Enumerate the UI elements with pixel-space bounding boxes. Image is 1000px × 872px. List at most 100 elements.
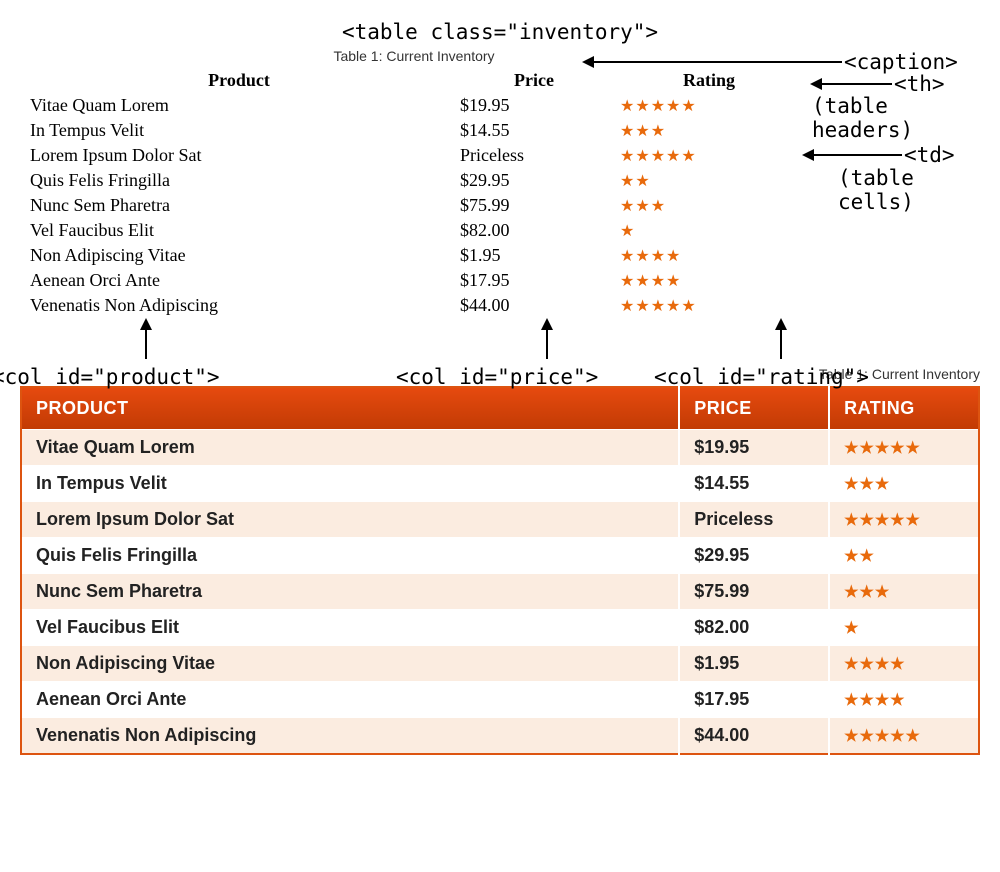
star-icon: ★★★★ [620, 246, 681, 266]
cell-product: Quis Felis Fringilla [21, 538, 679, 574]
cell-product: Lorem Ipsum Dolor Sat [21, 502, 679, 538]
cell-product: Non Adipiscing Vitae [24, 243, 454, 268]
styled-th-rating: RATING [829, 387, 979, 430]
plain-table-section: Table 1: Current Inventory Product Price… [12, 48, 988, 318]
star-icon: ★★★ [844, 582, 890, 602]
table-row: Venenatis Non Adipiscing$44.00★★★★★ [24, 293, 804, 318]
styled-th-product: PRODUCT [21, 387, 679, 430]
td-tag-label: <td> [904, 143, 955, 167]
cell-price: $75.99 [679, 574, 829, 610]
styled-th-price: PRICE [679, 387, 829, 430]
col-rating-annotation: <col id="rating"> [694, 318, 869, 389]
cell-rating: ★★★★★ [829, 502, 979, 538]
caption-annotation: <caption> [582, 50, 958, 74]
cell-rating: ★★★★ [614, 268, 804, 293]
table-row: Venenatis Non Adipiscing$44.00★★★★★ [21, 718, 979, 755]
cell-rating: ★★★ [829, 574, 979, 610]
arrow-line [145, 329, 147, 359]
cell-price: $82.00 [454, 218, 614, 243]
table-row: In Tempus Velit$14.55★★★ [21, 466, 979, 502]
cell-product: Aenean Orci Ante [24, 268, 454, 293]
cell-product: Vitae Quam Lorem [21, 430, 679, 466]
th-tag-label: <th> [894, 72, 945, 96]
star-icon: ★★★★★ [844, 510, 921, 530]
cell-price: $19.95 [679, 430, 829, 466]
cell-price: $1.95 [679, 646, 829, 682]
cell-product: Nunc Sem Pharetra [24, 193, 454, 218]
arrow-line [592, 61, 842, 63]
col-price-annotation: <col id="price"> [496, 318, 598, 389]
star-icon: ★★★ [844, 474, 890, 494]
table-row: Aenean Orci Ante$17.95★★★★ [21, 682, 979, 718]
col-price-label: <col id="price"> [396, 365, 598, 389]
table-row: Vitae Quam Lorem$19.95★★★★★ [24, 93, 804, 118]
arrow-left-icon [582, 50, 592, 74]
cell-price: $17.95 [454, 268, 614, 293]
cell-product: Lorem Ipsum Dolor Sat [24, 143, 454, 168]
styled-table-section: Table 1: Current Inventory PRODUCT PRICE… [20, 366, 980, 755]
star-icon: ★ [620, 221, 635, 241]
table-row: In Tempus Velit$14.55 ★★★ [24, 118, 804, 143]
th-annotation: <th> [810, 72, 945, 96]
col-rating-label: <col id="rating"> [654, 365, 869, 389]
cell-rating: ★★★★★ [829, 430, 979, 466]
styled-header-row: PRODUCT PRICE RATING [21, 387, 979, 430]
star-icon: ★★★★★ [620, 96, 697, 116]
cell-product: In Tempus Velit [21, 466, 679, 502]
cell-price: $75.99 [454, 193, 614, 218]
star-icon: ★★★★★ [620, 146, 697, 166]
td-annotation: <td> [802, 143, 955, 167]
cell-rating: ★★★★★ [614, 293, 804, 318]
cell-price: $14.55 [454, 118, 614, 143]
table-tag-label: <table class="inventory"> [12, 20, 988, 44]
styled-table: PRODUCT PRICE RATING Vitae Quam Lorem$19… [20, 386, 980, 755]
cell-product: Vel Faucibus Elit [21, 610, 679, 646]
plain-tbody: Vitae Quam Lorem$19.95★★★★★In Tempus Vel… [24, 93, 804, 318]
cell-product: Quis Felis Fringilla [24, 168, 454, 193]
arrow-line [812, 154, 902, 156]
cell-price: $29.95 [679, 538, 829, 574]
cell-rating: ★★★★★ [614, 143, 804, 168]
col-product-label: <col id="product"> [0, 365, 220, 389]
arrow-left-icon [810, 72, 820, 96]
cell-rating: ★★★ [614, 193, 804, 218]
star-icon: ★ [844, 618, 859, 638]
cell-rating: ★★★★★ [614, 93, 804, 118]
arrow-line [546, 329, 548, 359]
cell-product: Vitae Quam Lorem [24, 93, 454, 118]
arrow-left-icon [802, 143, 812, 167]
table-row: Non Adipiscing Vitae$1.95★★★★ [21, 646, 979, 682]
star-icon: ★★★★★ [844, 438, 921, 458]
cell-rating: ★★★★ [829, 682, 979, 718]
star-icon: ★★★★★ [844, 726, 921, 746]
table-row: Vel Faucibus Elit$82.00 ★ [24, 218, 804, 243]
table-row: Nunc Sem Pharetra$75.99 ★★★ [21, 574, 979, 610]
cell-price: $82.00 [679, 610, 829, 646]
cell-product: In Tempus Velit [24, 118, 454, 143]
cell-rating: ★★★★ [829, 646, 979, 682]
star-icon: ★★★★ [844, 654, 905, 674]
star-icon: ★★ [844, 546, 875, 566]
cell-rating: ★★★★★ [829, 718, 979, 755]
arrow-line [820, 83, 892, 85]
cell-price: $17.95 [679, 682, 829, 718]
arrow-line [780, 329, 782, 359]
table-row: Quis Felis Fringilla$29.95★★ [24, 168, 804, 193]
cell-product: Nunc Sem Pharetra [21, 574, 679, 610]
cell-product: Venenatis Non Adipiscing [21, 718, 679, 755]
th-note: (table headers) [812, 94, 988, 142]
plain-table: Table 1: Current Inventory Product Price… [24, 48, 804, 318]
star-icon: ★★★★ [620, 271, 681, 291]
cell-rating: ★★★ [829, 466, 979, 502]
cell-price: $29.95 [454, 168, 614, 193]
cell-product: Aenean Orci Ante [21, 682, 679, 718]
table-row: Lorem Ipsum Dolor SatPriceless★★★★★ [21, 502, 979, 538]
star-icon: ★★★★★ [620, 296, 697, 316]
star-icon: ★★★ [620, 196, 666, 216]
star-icon: ★★★ [620, 121, 666, 141]
cell-price: $1.95 [454, 243, 614, 268]
cell-product: Vel Faucibus Elit [24, 218, 454, 243]
table-row: Nunc Sem Pharetra$75.99 ★★★ [24, 193, 804, 218]
cell-rating: ★★ [614, 168, 804, 193]
cell-rating: ★★★★ [614, 243, 804, 268]
